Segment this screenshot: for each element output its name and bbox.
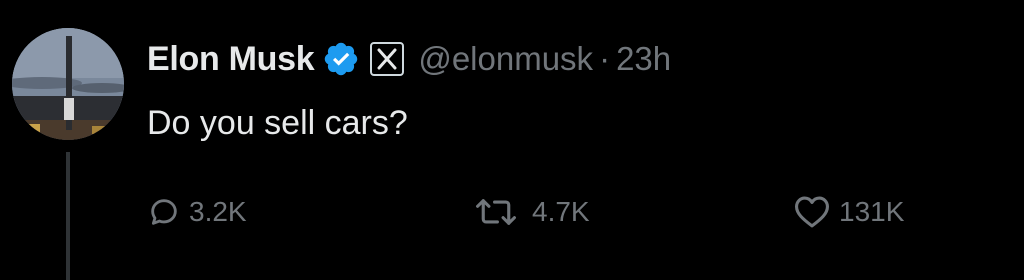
timestamp[interactable]: 23h bbox=[616, 40, 671, 78]
avatar[interactable] bbox=[12, 28, 124, 140]
reply-count: 3.2K bbox=[189, 196, 247, 227]
repost-button[interactable]: 4.7K bbox=[468, 192, 590, 232]
avatar-image bbox=[12, 28, 124, 140]
like-count: 131K bbox=[839, 196, 905, 227]
reply-bubble-icon bbox=[147, 195, 181, 229]
repost-count: 4.7K bbox=[532, 196, 590, 227]
thread-line bbox=[66, 152, 70, 280]
x-logo-icon[interactable] bbox=[370, 42, 405, 76]
author-name[interactable]: Elon Musk bbox=[147, 40, 315, 79]
separator-dot: · bbox=[599, 40, 611, 77]
tweet-text: Do you sell cars? bbox=[147, 104, 408, 142]
like-button[interactable]: 131K bbox=[793, 192, 904, 232]
heart-icon bbox=[793, 195, 831, 229]
reply-button[interactable]: 3.2K bbox=[147, 192, 247, 232]
verified-badge-icon[interactable] bbox=[322, 40, 360, 78]
tweet-header: Elon Musk @elonmusk · 23h bbox=[147, 36, 671, 82]
author-handle[interactable]: @elonmusk bbox=[418, 40, 593, 78]
repost-icon bbox=[468, 195, 524, 229]
tweet[interactable]: Elon Musk @elonmusk · 23h Do you sell ca… bbox=[0, 0, 1024, 280]
